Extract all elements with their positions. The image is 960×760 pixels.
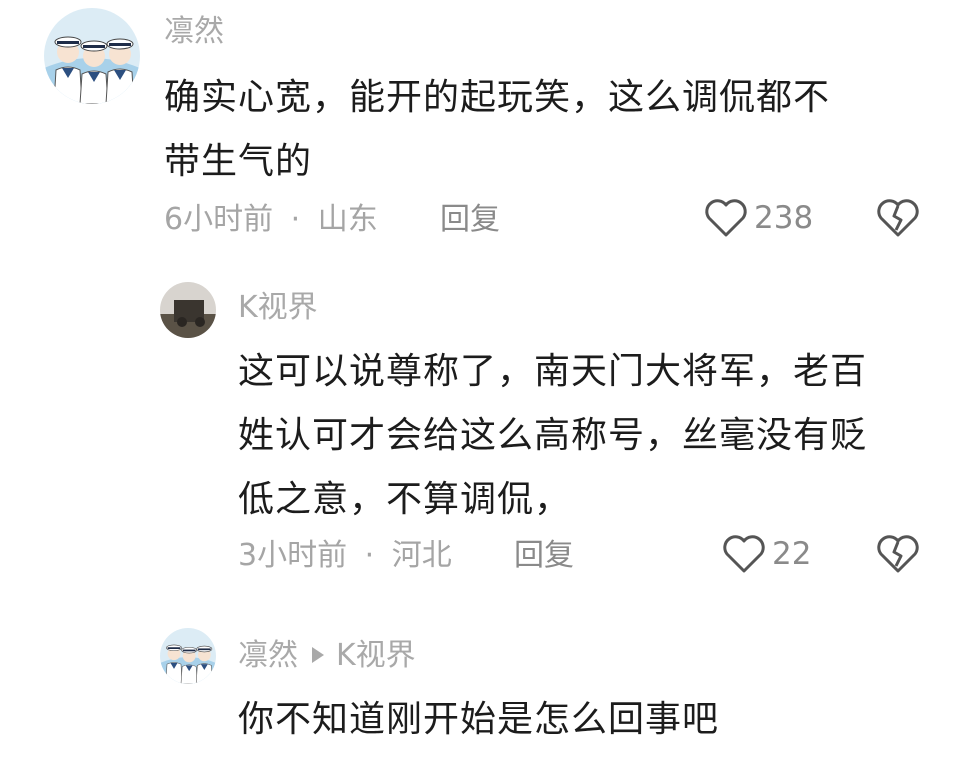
comment-line: 带生气的 (164, 141, 313, 182)
username[interactable]: K视界 (238, 290, 318, 326)
like-count: 22 (772, 536, 812, 572)
reply-button[interactable]: 回复 (514, 538, 574, 574)
photo-avatar-icon (160, 282, 216, 338)
user-avatar[interactable] (44, 8, 140, 104)
location: 河北 (391, 538, 452, 573)
comment-1: 凛然 确实心宽，能开的起玩笑，这么调侃都不 带生气的 6小时前 · 山东 回复 … (0, 0, 960, 260)
reply-button[interactable]: 回复 (440, 202, 500, 238)
heart-outline-icon (705, 199, 747, 237)
comment-2: K视界 这可以说尊称了，南天门大将军，老百 姓认可才会给这么高称号，丝毫没有贬 … (0, 270, 960, 600)
play-arrow-icon (312, 646, 324, 663)
timestamp: 3小时前 (238, 538, 348, 573)
broken-heart-icon (877, 199, 919, 237)
comment-text: 这可以说尊称了，南天门大将军，老百 姓认可才会给这么高称号，丝毫没有贬 低之意，… (238, 340, 938, 532)
comment-text: 确实心宽，能开的起玩笑，这么调侃都不 带生气的 (164, 66, 924, 194)
comment-meta: 3小时前 · 河北 (238, 538, 452, 574)
broken-heart-icon (877, 535, 919, 573)
like-button[interactable]: 22 (722, 534, 811, 574)
location: 山东 (317, 202, 378, 237)
comment-line: 姓认可才会给这么高称号，丝毫没有贬 (238, 415, 868, 456)
user-avatar[interactable] (160, 282, 216, 338)
reply-to-username[interactable]: K视界 (336, 638, 416, 673)
timestamp: 6小时前 (164, 202, 274, 237)
comment-meta: 6小时前 · 山东 (164, 202, 378, 238)
dislike-button[interactable] (876, 198, 920, 242)
user-avatar[interactable] (160, 628, 216, 684)
comment-line: 低之意，不算调侃， (238, 479, 572, 520)
comment-3: 凛然 K视界 你不知道刚开始是怎么回事吧 (0, 618, 960, 760)
comment-text: 你不知道刚开始是怎么回事吧 (238, 688, 938, 752)
username[interactable]: 凛然 (238, 638, 298, 673)
reply-header: 凛然 K视界 (238, 638, 416, 674)
dislike-button[interactable] (876, 534, 920, 578)
comment-line: 确实心宽，能开的起玩笑，这么调侃都不 (164, 77, 831, 118)
username[interactable]: 凛然 (164, 14, 224, 50)
heart-outline-icon (723, 535, 765, 573)
sailor-avatar-icon (44, 8, 140, 104)
comment-line: 你不知道刚开始是怎么回事吧 (238, 699, 720, 740)
sailor-avatar-icon (160, 628, 216, 684)
like-button[interactable]: 238 (704, 198, 813, 238)
like-count: 238 (754, 200, 814, 236)
separator: · (290, 202, 301, 237)
separator: · (364, 538, 375, 573)
comment-line: 这可以说尊称了，南天门大将军，老百 (238, 351, 868, 392)
